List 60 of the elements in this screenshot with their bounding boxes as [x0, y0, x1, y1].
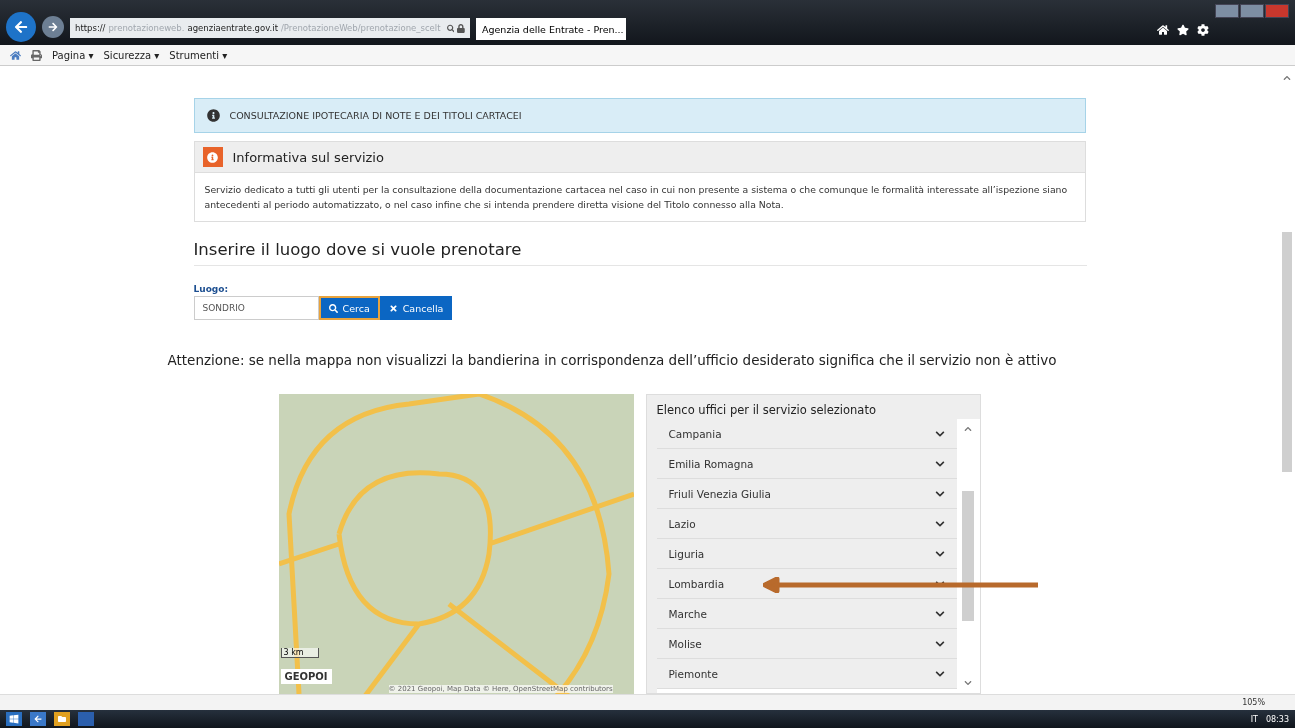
region-item[interactable]: Emilia Romagna	[656, 449, 957, 479]
print-icon[interactable]	[31, 49, 42, 61]
back-arrow-icon	[14, 20, 28, 34]
info-icon	[202, 147, 223, 167]
list-title: Elenco uffici per il servizio selezionato	[656, 403, 877, 417]
cancel-button[interactable]: Cancella	[379, 296, 453, 320]
search-button[interactable]: Cerca	[318, 296, 380, 320]
minimize-button[interactable]	[1215, 4, 1239, 18]
place-field[interactable]: SONDRIO	[193, 296, 319, 320]
region-item[interactable]: Friuli Venezia Giulia	[656, 479, 957, 509]
language-indicator[interactable]: IT	[1250, 714, 1258, 724]
start-button[interactable]	[6, 712, 22, 726]
chevron-down-icon	[934, 548, 945, 559]
search-icon[interactable]	[446, 23, 455, 33]
taskbar-browser-icon[interactable]	[30, 712, 46, 726]
chevron-down-icon	[934, 488, 945, 499]
panel-text: Servizio dedicato a tutti gli utenti per la consultazione della documentazione cartacea nel caso in cui non presente a sistema o che comunque le formalità interessate all’ispezione siano antecedenti al periodo automatizzato, o nel caso infine che si intenda prendere diretta visione del Titolo connesso alla Nota.	[203, 183, 1069, 212]
section-title: Inserire il luogo dove si vuole prenotare	[193, 240, 1087, 266]
close-icon	[388, 303, 398, 313]
scroll-up-icon[interactable]	[963, 425, 972, 433]
notice-text: CONSULTAZIONE IPOTECARIA DI NOTE E DEI TITOLI CARTACEI	[229, 110, 522, 121]
field-label: Luogo:	[193, 284, 230, 294]
region-item[interactable]: Liguria	[656, 539, 957, 569]
home-icon[interactable]	[1157, 24, 1169, 36]
zoom-level[interactable]: 105%	[1242, 698, 1265, 707]
forward-button[interactable]	[42, 16, 64, 38]
browser-tab[interactable]: Agenzia delle Entrate - Pren...	[476, 18, 626, 40]
search-icon	[328, 303, 338, 313]
region-item[interactable]: Molise	[656, 629, 957, 659]
scroll-thumb[interactable]	[961, 491, 974, 621]
back-button[interactable]	[6, 12, 36, 42]
clock[interactable]: 08:33	[1265, 714, 1289, 724]
chevron-down-icon	[934, 668, 945, 679]
chevron-down-icon	[934, 458, 945, 469]
map-scale: 3 km	[280, 648, 319, 658]
panel-title: Informativa sul servizio	[232, 149, 384, 165]
forward-arrow-icon	[48, 22, 58, 32]
lock-icon	[457, 23, 465, 33]
chevron-down-icon	[934, 608, 945, 619]
map-logo: GEOPOI	[280, 669, 332, 684]
chevron-down-icon	[934, 638, 945, 649]
settings-icon[interactable]	[1197, 24, 1209, 36]
restore-button[interactable]	[1240, 4, 1264, 18]
info-icon	[206, 109, 220, 122]
warning-text: Attenzione: se nella mappa non visualizzi la bandierina in corrispondenza dell’ufficio desiderato significa che il servizio non è attivo	[167, 352, 1058, 368]
scroll-down-icon[interactable]	[963, 679, 972, 687]
chevron-down-icon	[934, 518, 945, 529]
scroll-up-icon[interactable]	[1283, 74, 1291, 82]
star-icon[interactable]	[1177, 24, 1189, 36]
menu-button[interactable]: Pagina ▾	[52, 49, 94, 61]
region-item[interactable]: Marche	[656, 599, 957, 629]
scroll-thumb[interactable]	[1282, 232, 1292, 472]
taskbar-folder-icon[interactable]	[54, 712, 70, 726]
chevron-down-icon	[934, 428, 945, 439]
address-bar[interactable]: https:// prenotazioneweb. agenziaentrate.gov.it /PrenotazioneWeb/prenotazione_scelt	[70, 18, 470, 38]
region-item[interactable]: Campania	[656, 419, 957, 449]
region-item[interactable]: Lazio	[656, 509, 957, 539]
menu-button[interactable]: Sicurezza ▾	[103, 49, 160, 61]
region-item[interactable]: Piemonte	[656, 659, 957, 689]
menu-button[interactable]: Strumenti ▾	[169, 49, 228, 61]
